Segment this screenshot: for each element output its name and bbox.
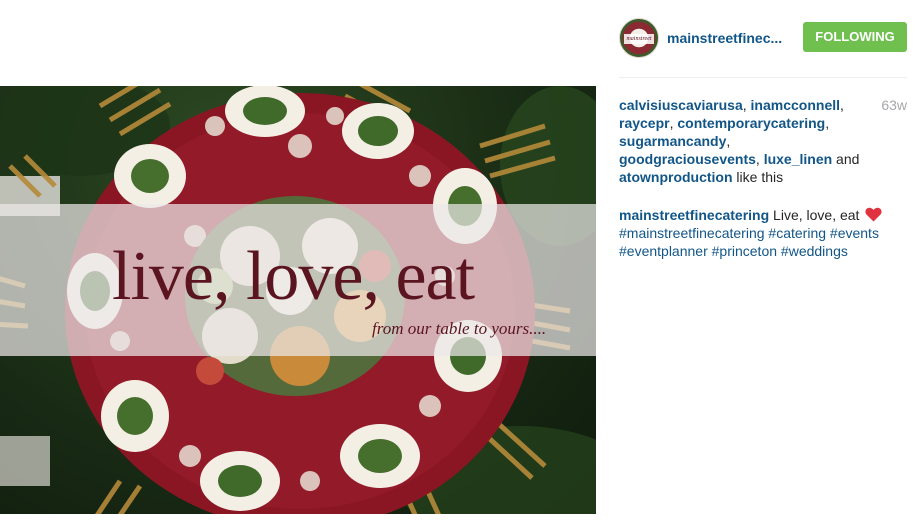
post-details-panel: mainstreet mainstreetfinec... FOLLOWING …: [619, 0, 909, 521]
caption-text: Live, love, eat: [769, 207, 864, 223]
hashtag-link[interactable]: #mainstreetfinecatering: [619, 225, 765, 241]
likes-summary: calvisiuscaviarusa, inamcconnell, raycep…: [619, 97, 860, 185]
post-age[interactable]: 63w: [877, 96, 907, 114]
red-heart-icon: [865, 207, 882, 222]
liker-link[interactable]: atownproduction: [619, 169, 733, 185]
profile-avatar[interactable]: mainstreet: [619, 18, 659, 58]
text-overlay-banner: live, love, eat from our table to yours.…: [0, 204, 596, 356]
liker-link[interactable]: inamcconnell: [751, 97, 840, 113]
author-username-link[interactable]: mainstreetfinec...: [667, 28, 789, 48]
liker-link[interactable]: contemporarycatering: [677, 115, 825, 131]
overlay-title: live, love, eat: [112, 238, 475, 315]
hashtag-link[interactable]: #weddings: [781, 243, 848, 259]
hashtag-link[interactable]: #princeton: [712, 243, 777, 259]
hashtag-link[interactable]: #eventplanner: [619, 243, 708, 259]
hashtag-link[interactable]: #events: [830, 225, 879, 241]
avatar-logo-text: mainstreet: [624, 34, 654, 44]
post-caption: mainstreetfinecatering Live, love, eat #…: [619, 206, 907, 260]
post-photo[interactable]: live, love, eat from our table to yours.…: [0, 86, 596, 514]
following-button[interactable]: FOLLOWING: [803, 22, 907, 52]
header-divider: [619, 77, 907, 78]
liker-link[interactable]: raycepr: [619, 115, 670, 131]
hashtag-link[interactable]: #catering: [768, 225, 826, 241]
likes-suffix: like this: [732, 169, 784, 185]
liker-link[interactable]: goodgraciousevents: [619, 151, 756, 167]
liker-link[interactable]: luxe_linen: [764, 151, 832, 167]
liker-link[interactable]: sugarmancandy: [619, 133, 726, 149]
liker-link[interactable]: calvisiuscaviarusa: [619, 97, 743, 113]
post-header: mainstreet mainstreetfinec... FOLLOWING: [619, 18, 907, 60]
caption-username-link[interactable]: mainstreetfinecatering: [619, 207, 769, 223]
overlay-subtitle: from our table to yours....: [372, 319, 547, 338]
